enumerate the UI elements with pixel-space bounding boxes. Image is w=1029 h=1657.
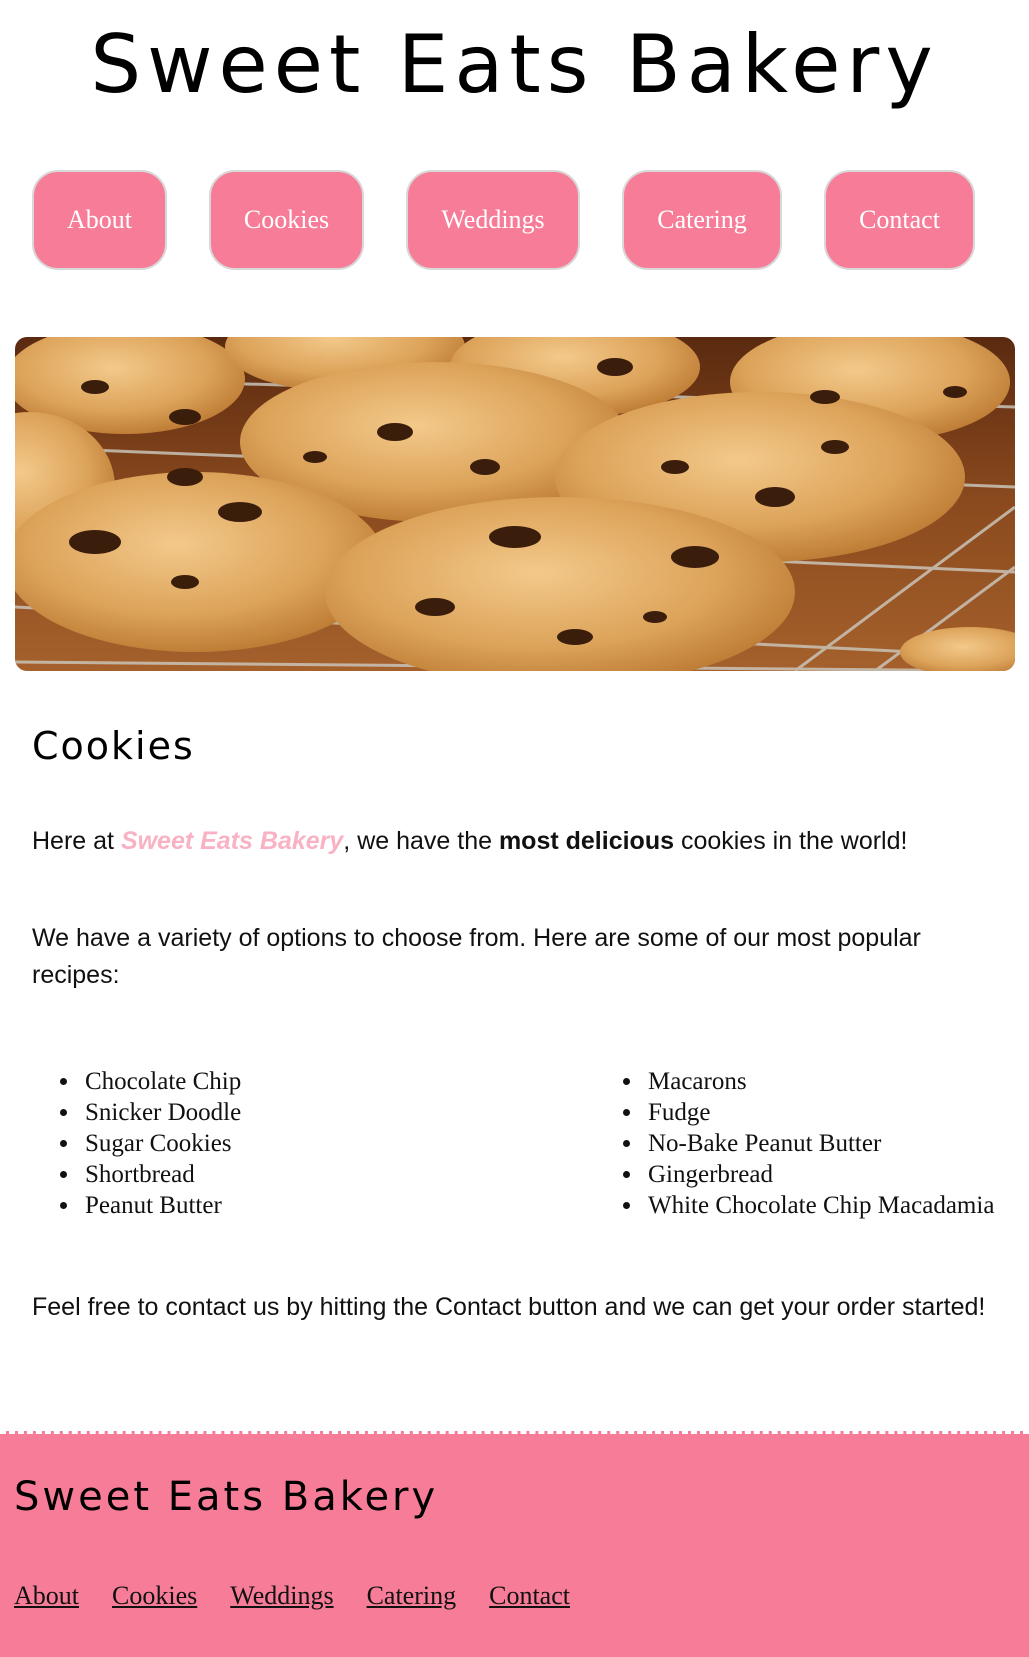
site-footer: Sweet Eats Bakery About Cookies Weddings… bbox=[0, 1431, 1029, 1657]
nav-contact-button[interactable]: Contact bbox=[824, 170, 975, 270]
footer-link-about[interactable]: About bbox=[14, 1581, 79, 1611]
recipe-list-item: Gingerbread bbox=[644, 1159, 994, 1190]
nav-about-button[interactable]: About bbox=[32, 170, 167, 270]
hero-cookies-image bbox=[15, 337, 1015, 671]
intro-text-middle: , we have the bbox=[343, 827, 499, 855]
footer-link-contact[interactable]: Contact bbox=[489, 1581, 570, 1611]
footer-link-cookies[interactable]: Cookies bbox=[112, 1581, 197, 1611]
contact-paragraph: Feel free to contact us by hitting the C… bbox=[32, 1293, 986, 1321]
recipe-list-item: Snicker Doodle bbox=[81, 1097, 241, 1128]
intro-text-after: cookies in the world! bbox=[674, 827, 908, 855]
intro-paragraph: Here at Sweet Eats Bakery, we have the m… bbox=[32, 823, 992, 860]
recipe-list-item: Shortbread bbox=[81, 1159, 241, 1190]
recipe-list-left: Chocolate ChipSnicker DoodleSugar Cookie… bbox=[81, 1066, 241, 1221]
recipe-list-item: No-Bake Peanut Butter bbox=[644, 1128, 994, 1159]
nav-cookies-button[interactable]: Cookies bbox=[209, 170, 364, 270]
section-title: Cookies bbox=[32, 724, 195, 768]
nav-catering-button[interactable]: Catering bbox=[622, 170, 782, 270]
variety-paragraph: We have a variety of options to choose f… bbox=[32, 924, 921, 989]
footer-link-weddings[interactable]: Weddings bbox=[230, 1581, 333, 1611]
intro-emphasis: most delicious bbox=[498, 827, 674, 855]
footer-title: Sweet Eats Bakery bbox=[14, 1474, 439, 1520]
intro-text-before: Here at bbox=[32, 827, 121, 855]
footer-nav: About Cookies Weddings Catering Contact bbox=[14, 1581, 570, 1611]
recipe-list-item: White Chocolate Chip Macadamia bbox=[644, 1190, 994, 1221]
recipe-list-item: Chocolate Chip bbox=[81, 1066, 241, 1097]
recipe-list-item: Macarons bbox=[644, 1066, 994, 1097]
recipe-list-item: Sugar Cookies bbox=[81, 1128, 241, 1159]
main-nav: About Cookies Weddings Catering Contact bbox=[0, 170, 1029, 270]
recipe-list-item: Fudge bbox=[644, 1097, 994, 1128]
recipe-list-right: MacaronsFudgeNo-Bake Peanut ButterGinger… bbox=[644, 1066, 994, 1221]
site-title: Sweet Eats Bakery bbox=[90, 18, 939, 111]
recipe-list-item: Peanut Butter bbox=[81, 1190, 241, 1221]
inline-brand-name: Sweet Eats Bakery bbox=[120, 827, 344, 855]
footer-link-catering[interactable]: Catering bbox=[367, 1581, 457, 1611]
nav-weddings-button[interactable]: Weddings bbox=[406, 170, 580, 270]
